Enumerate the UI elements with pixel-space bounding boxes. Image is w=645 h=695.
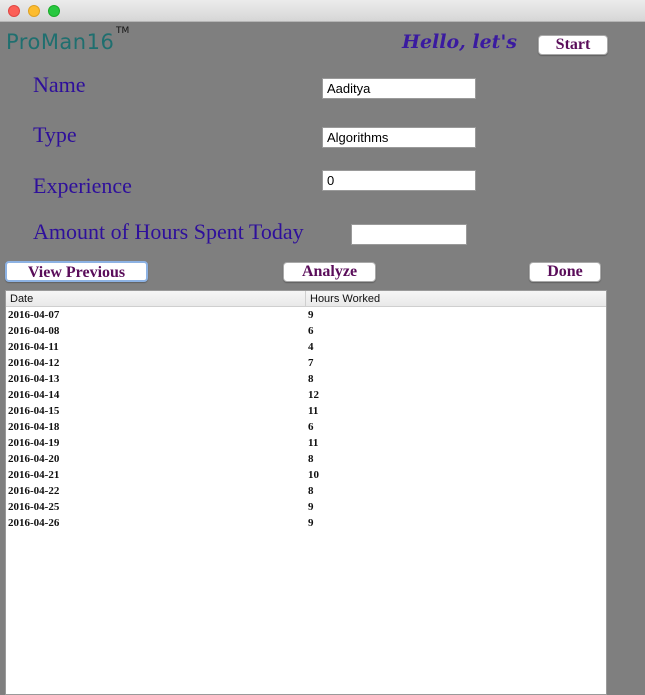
done-button[interactable]: Done xyxy=(529,262,601,282)
table-header: Date Hours Worked xyxy=(6,291,606,307)
table-row[interactable]: 2016-04-14 12 xyxy=(6,387,606,403)
type-field[interactable]: Algorithms xyxy=(322,127,476,148)
window-titlebar xyxy=(0,0,645,22)
cell-date: 2016-04-12 xyxy=(8,357,60,369)
close-window-button[interactable] xyxy=(8,5,20,17)
hours-today-field[interactable] xyxy=(351,224,467,245)
cell-date: 2016-04-26 xyxy=(8,517,60,529)
app-logo: ProMan16 xyxy=(6,30,115,54)
table-row[interactable]: 2016-04-11 4 xyxy=(6,339,606,355)
minimize-window-button[interactable] xyxy=(28,5,40,17)
table-row[interactable]: 2016-04-21 10 xyxy=(6,467,606,483)
table-row[interactable]: 2016-04-13 8 xyxy=(6,371,606,387)
zoom-window-button[interactable] xyxy=(48,5,60,17)
table-row[interactable]: 2016-04-26 9 xyxy=(6,515,606,531)
table-row[interactable]: 2016-04-20 8 xyxy=(6,451,606,467)
table-row[interactable]: 2016-04-15 11 xyxy=(6,403,606,419)
cell-date: 2016-04-13 xyxy=(8,373,60,385)
trademark-symbol: TM xyxy=(116,26,130,36)
cell-hours-worked: 8 xyxy=(308,453,314,465)
view-previous-button[interactable]: View Previous xyxy=(5,261,148,282)
cell-date: 2016-04-18 xyxy=(8,421,60,433)
cell-hours-worked: 6 xyxy=(308,421,314,433)
table-row[interactable]: 2016-04-19 11 xyxy=(6,435,606,451)
table-row[interactable]: 2016-04-18 6 xyxy=(6,419,606,435)
cell-date: 2016-04-15 xyxy=(8,405,60,417)
greeting-text: Hello, let's xyxy=(402,31,517,53)
cell-date: 2016-04-14 xyxy=(8,389,60,401)
table-row[interactable]: 2016-04-22 8 xyxy=(6,483,606,499)
cell-hours-worked: 11 xyxy=(308,437,319,449)
cell-hours-worked: 9 xyxy=(308,517,314,529)
cell-hours-worked: 6 xyxy=(308,325,314,337)
hours-today-label: Amount of Hours Spent Today xyxy=(33,219,304,244)
table-row[interactable]: 2016-04-25 9 xyxy=(6,499,606,515)
cell-hours-worked: 7 xyxy=(308,357,314,369)
main-panel: ProMan16 TM Hello, let's Start Name Aadi… xyxy=(0,22,645,695)
cell-hours-worked: 8 xyxy=(308,373,314,385)
cell-date: 2016-04-22 xyxy=(8,485,60,497)
analyze-button[interactable]: Analyze xyxy=(283,262,376,282)
cell-date: 2016-04-20 xyxy=(8,453,60,465)
cell-hours-worked: 4 xyxy=(308,341,314,353)
column-header-hours-worked[interactable]: Hours Worked xyxy=(306,291,380,306)
experience-field[interactable]: 0 xyxy=(322,170,476,191)
cell-hours-worked: 9 xyxy=(308,501,314,513)
column-header-date[interactable]: Date xyxy=(6,291,306,306)
experience-label: Experience xyxy=(33,173,132,198)
cell-hours-worked: 8 xyxy=(308,485,314,497)
cell-hours-worked: 12 xyxy=(308,389,319,401)
cell-hours-worked: 9 xyxy=(308,309,314,321)
cell-date: 2016-04-08 xyxy=(8,325,60,337)
hours-table[interactable]: Date Hours Worked 2016-04-07 9 2016-04-08 6… xyxy=(5,290,607,695)
cell-hours-worked: 11 xyxy=(308,405,319,417)
table-row[interactable]: 2016-04-12 7 xyxy=(6,355,606,371)
cell-hours-worked: 10 xyxy=(308,469,319,481)
name-field[interactable]: Aaditya xyxy=(322,78,476,99)
cell-date: 2016-04-11 xyxy=(8,341,59,353)
table-body: 2016-04-07 9 2016-04-08 6 2016-04-11 4 2016-04… xyxy=(6,307,606,531)
cell-date: 2016-04-25 xyxy=(8,501,60,513)
cell-date: 2016-04-07 xyxy=(8,309,60,321)
type-label: Type xyxy=(33,122,77,147)
table-row[interactable]: 2016-04-08 6 xyxy=(6,323,606,339)
table-row[interactable]: 2016-04-07 9 xyxy=(6,307,606,323)
name-label: Name xyxy=(33,72,86,97)
start-button[interactable]: Start xyxy=(538,35,608,55)
cell-date: 2016-04-21 xyxy=(8,469,60,481)
cell-date: 2016-04-19 xyxy=(8,437,60,449)
